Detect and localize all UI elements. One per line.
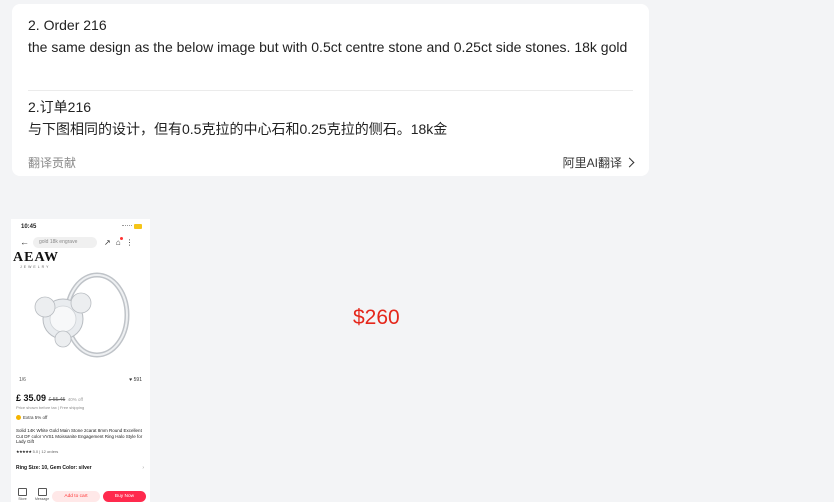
status-time: 10:45 (21, 224, 37, 230)
price-label: $260 (353, 306, 400, 329)
translated-heading: 2.订单216 (28, 99, 92, 115)
cart-icon: ⌂ (115, 237, 123, 247)
old-price: £ 55.45 (48, 397, 66, 403)
product-rating: ★★★★★ 5.0 | 12 orders (16, 449, 58, 454)
bottom-icons: Store Message (18, 488, 49, 501)
message-label: Message (35, 497, 50, 501)
translation-block: 2.订单216 与下图相同的设计，但有0.5克拉的中心石和0.25克拉的侧石。1… (28, 96, 633, 140)
translation-contribute-link[interactable]: 翻译贡献 (28, 156, 76, 170)
battery-icon (134, 224, 142, 229)
tax-note: Price shown before tax | Free shipping (16, 405, 85, 410)
search-text: gold 18k engrave (39, 239, 78, 245)
chevron-right-icon: › (142, 465, 144, 471)
image-counter: 1/6 (19, 377, 26, 383)
bottom-bar: Store Message Add to cart Buy Now (11, 486, 150, 502)
status-icons (122, 224, 142, 229)
ai-translate-label: 阿里AI翻译 (562, 156, 622, 170)
likes-value: 591 (133, 377, 142, 383)
buy-now-button: Buy Now (103, 491, 146, 502)
divider (28, 90, 633, 91)
search-bar: gold 18k engrave (33, 237, 97, 248)
translated-text: 与下图相同的设计，但有0.5克拉的中心石和0.25克拉的侧石。18k金 (28, 121, 448, 137)
ring-image (34, 272, 130, 358)
signal-icon (122, 224, 132, 229)
product-price: £ 35.09 £ 55.45 40% off (16, 393, 83, 403)
product-description: Solid 14K White Gold Main Stone 2carat 8… (16, 428, 143, 445)
discount-label: 40% off (67, 397, 83, 402)
coin-icon (16, 415, 21, 420)
price-value: £ 35.09 (16, 393, 47, 403)
chevron-right-icon (624, 157, 635, 168)
message-tab: Message (35, 488, 49, 501)
store-icon (18, 488, 27, 496)
translation-footer: 翻译贡献 阿里AI翻译 (28, 154, 635, 171)
message-card: 2. Order 216 the same design as the belo… (12, 4, 649, 176)
store-label: Store (18, 497, 27, 501)
share-icon: ↗ (104, 238, 111, 247)
back-arrow-icon: ← (20, 237, 29, 247)
store-tab: Store (18, 488, 27, 501)
options-text: Ring Size: 10, Gem Color: silver (16, 465, 92, 471)
ai-translate-link[interactable]: 阿里AI翻译 (562, 154, 635, 171)
original-text: the same design as the below image but w… (28, 39, 628, 55)
product-screenshot-image[interactable]: 10:45 ← gold 18k engrave ↗ ⌂ ⋮ AEAW JEWE… (11, 219, 150, 502)
top-icons: ↗ ⌂ ⋮ (104, 237, 134, 247)
rating-stars: ★★★★★ (16, 449, 32, 454)
message-icon (37, 488, 47, 496)
rating-text: 5.0 | 12 orders (32, 449, 59, 454)
options-row: Ring Size: 10, Gem Color: silver › (16, 465, 144, 471)
original-heading: 2. Order 216 (28, 17, 107, 33)
coin-offer: Extra 5% off (16, 415, 47, 420)
more-icon: ⋮ (125, 238, 134, 247)
likes-count: ♥ 591 (129, 377, 142, 383)
coin-text: Extra 5% off (23, 415, 48, 420)
add-to-cart-button: Add to cart (52, 491, 100, 502)
